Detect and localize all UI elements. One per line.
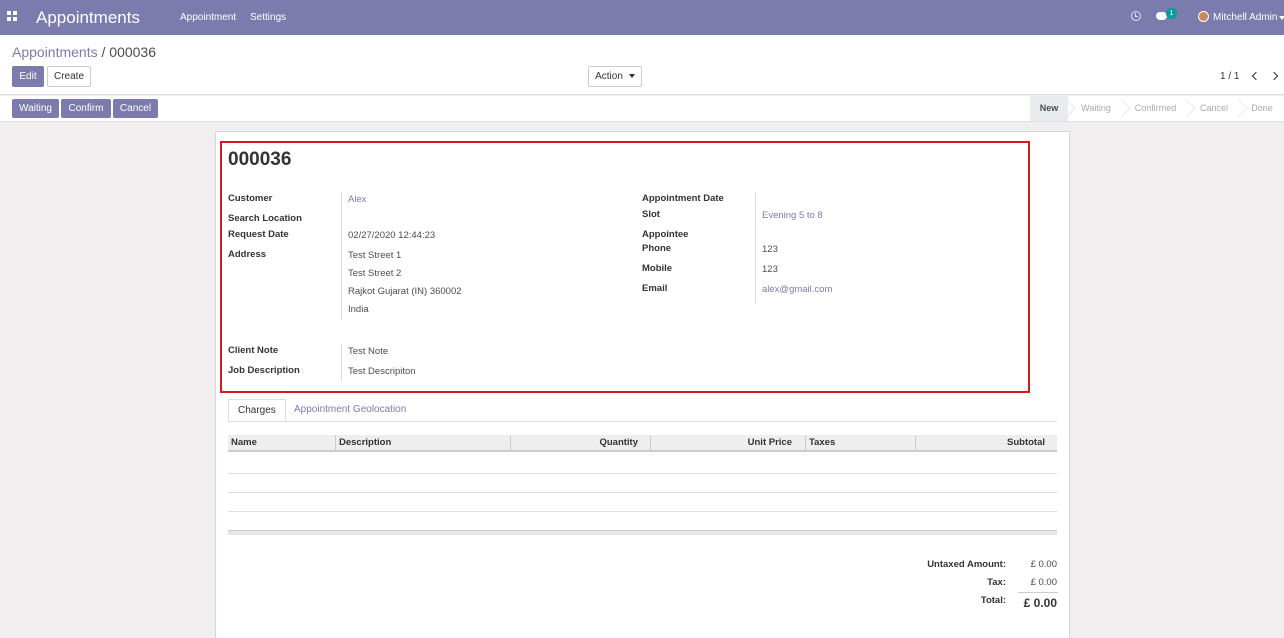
pager-next-icon[interactable] bbox=[1269, 71, 1279, 81]
activity-clock-icon[interactable] bbox=[1131, 11, 1141, 21]
client-note-field[interactable]: Test Note bbox=[348, 346, 388, 357]
job-description-label: Job Description bbox=[228, 365, 300, 376]
stage-separator bbox=[1182, 96, 1192, 121]
tab-divider bbox=[228, 421, 1057, 422]
create-button[interactable]: Create bbox=[47, 66, 91, 87]
action-dropdown[interactable]: Action bbox=[588, 66, 642, 87]
menu-appointment[interactable]: Appointment bbox=[180, 12, 236, 23]
menu-settings[interactable]: Settings bbox=[250, 12, 286, 23]
stage-confirmed[interactable]: Confirmed bbox=[1127, 96, 1184, 121]
field-divider bbox=[755, 192, 756, 304]
address-country-field[interactable]: India bbox=[348, 304, 369, 315]
stage-separator bbox=[1062, 96, 1072, 121]
column-subtotal[interactable]: Subtotal bbox=[915, 435, 1045, 450]
mobile-label: Mobile bbox=[642, 263, 673, 274]
pager-value[interactable]: 1 / 1 bbox=[1220, 71, 1239, 82]
control-panel: Appointments / 000036 Edit Create Action… bbox=[0, 35, 1284, 95]
table-row-divider bbox=[228, 492, 1057, 493]
record-title: 000036 bbox=[228, 149, 292, 170]
stage-separator bbox=[1234, 96, 1244, 121]
breadcrumb-parent-link[interactable]: Appointments bbox=[12, 44, 98, 60]
phone-field[interactable]: 123 bbox=[762, 244, 778, 255]
address-label: Address bbox=[228, 249, 267, 260]
table-row-divider bbox=[228, 511, 1057, 512]
phone-label: Phone bbox=[642, 243, 672, 254]
user-menu-caret-icon[interactable] bbox=[1279, 16, 1284, 20]
untaxed-amount-label: Untaxed Amount: bbox=[927, 559, 1006, 570]
total-value: £ 0.00 bbox=[1023, 596, 1057, 610]
user-avatar[interactable] bbox=[1198, 11, 1209, 22]
job-description-field[interactable]: Test Descripiton bbox=[348, 366, 416, 377]
search-location-label: Search Location bbox=[228, 213, 302, 224]
cancel-button[interactable]: Cancel bbox=[113, 99, 158, 118]
confirm-button[interactable]: Confirm bbox=[61, 99, 111, 118]
mobile-field[interactable]: 123 bbox=[762, 264, 778, 275]
user-menu[interactable]: Mitchell Admin bbox=[1213, 12, 1277, 23]
form-sheet: 000036 Customer Alex Search Location Req… bbox=[215, 131, 1070, 638]
column-separator bbox=[805, 435, 806, 450]
column-quantity[interactable]: Quantity bbox=[510, 435, 638, 450]
slot-field[interactable]: Evening 5 to 8 bbox=[762, 210, 823, 221]
field-divider bbox=[341, 344, 342, 382]
customer-field[interactable]: Alex bbox=[348, 194, 366, 205]
totals-divider bbox=[1018, 592, 1058, 593]
column-taxes[interactable]: Taxes bbox=[809, 435, 835, 450]
column-separator bbox=[335, 435, 336, 450]
pager-previous-icon[interactable] bbox=[1251, 71, 1261, 81]
tab-appointment-geolocation[interactable]: Appointment Geolocation bbox=[285, 399, 415, 422]
top-navbar: Appointments Appointment Settings 1 Mitc… bbox=[0, 0, 1284, 35]
slot-label: Slot bbox=[642, 209, 660, 220]
customer-label: Customer bbox=[228, 193, 273, 204]
status-bar: Waiting Confirm Cancel New Waiting Confi… bbox=[0, 96, 1284, 122]
caret-down-icon bbox=[628, 74, 635, 79]
tax-label: Tax: bbox=[987, 577, 1006, 588]
waiting-button[interactable]: Waiting bbox=[12, 99, 59, 118]
breadcrumb: Appointments / 000036 bbox=[12, 44, 156, 60]
breadcrumb-current: 000036 bbox=[109, 44, 156, 60]
table-row-divider bbox=[228, 473, 1057, 474]
stage-waiting[interactable]: Waiting bbox=[1074, 96, 1118, 121]
address-city-field[interactable]: Rajkot Gujarat (IN) 360002 bbox=[348, 286, 462, 297]
app-title[interactable]: Appointments bbox=[36, 8, 140, 28]
request-date-label: Request Date bbox=[228, 229, 289, 240]
tab-charges[interactable]: Charges bbox=[228, 399, 286, 422]
messages-count-badge: 1 bbox=[1166, 8, 1177, 19]
email-label: Email bbox=[642, 283, 668, 294]
address-street2-field[interactable]: Test Street 2 bbox=[348, 268, 401, 279]
column-description[interactable]: Description bbox=[339, 435, 391, 450]
edit-button[interactable]: Edit bbox=[12, 66, 44, 87]
email-field[interactable]: alex@gmail.com bbox=[762, 284, 832, 295]
field-divider bbox=[341, 192, 342, 320]
request-date-field[interactable]: 02/27/2020 12:44:23 bbox=[348, 230, 435, 241]
charges-table-header: Name Description Quantity Unit Price Tax… bbox=[228, 435, 1057, 452]
apps-menu-icon[interactable] bbox=[7, 11, 17, 21]
action-dropdown-label: Action bbox=[595, 71, 623, 82]
appointment-date-label: Appointment Date bbox=[642, 193, 724, 204]
stage-done[interactable]: Done bbox=[1244, 96, 1280, 121]
untaxed-amount-value: £ 0.00 bbox=[1030, 559, 1057, 570]
stage-separator bbox=[1117, 96, 1127, 121]
appointee-label: Appointee bbox=[642, 229, 689, 240]
address-street-field[interactable]: Test Street 1 bbox=[348, 250, 401, 261]
table-footer bbox=[228, 530, 1057, 535]
tax-value: £ 0.00 bbox=[1030, 577, 1057, 588]
column-unit-price[interactable]: Unit Price bbox=[650, 435, 792, 450]
column-name[interactable]: Name bbox=[231, 435, 257, 450]
client-note-label: Client Note bbox=[228, 345, 279, 356]
